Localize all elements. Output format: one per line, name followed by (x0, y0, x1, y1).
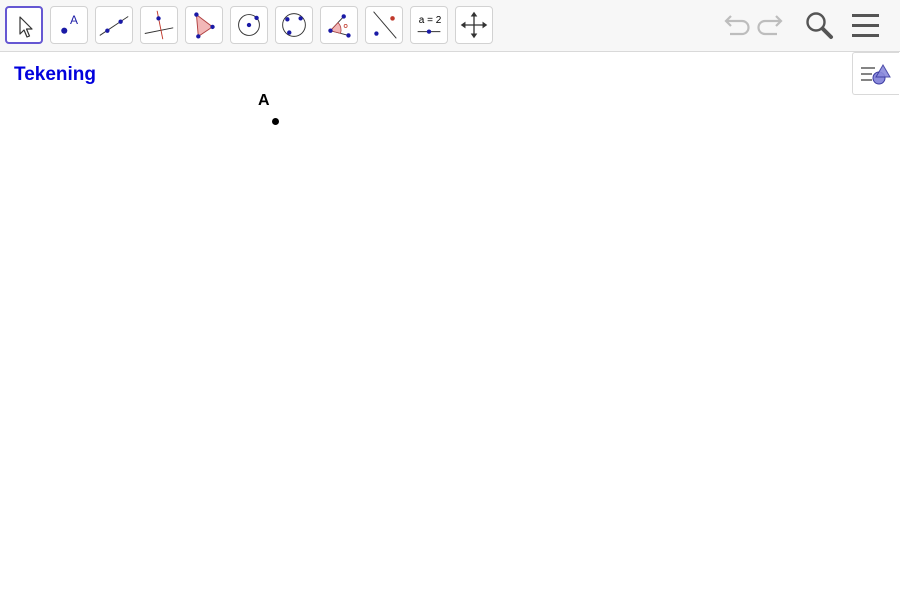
point-tool-button[interactable]: A (50, 6, 88, 44)
point-a[interactable] (272, 118, 279, 125)
slider-tool-button[interactable]: a = 2 (410, 6, 448, 44)
move-tool-button[interactable] (5, 6, 43, 44)
reflect-line-tool-button[interactable] (365, 6, 403, 44)
point-icon (61, 27, 68, 34)
circle-three-points-icon (282, 13, 306, 37)
toolbar: A a = 2 (0, 0, 900, 52)
polygon-icon (194, 12, 215, 39)
perpendicular-line-tool-button[interactable] (140, 6, 178, 44)
redo-button[interactable] (755, 8, 789, 42)
move-arrows-icon (460, 11, 488, 39)
reflect-line-icon (373, 11, 397, 39)
cursor-arrow-icon (19, 16, 33, 38)
graphics-view-canvas[interactable] (0, 53, 900, 600)
slider-icon (417, 29, 441, 34)
line-tool-button[interactable] (95, 6, 133, 44)
perpendicular-line-icon (144, 10, 174, 40)
style-bar-icon (861, 64, 891, 85)
point-tool-letter: A (70, 13, 79, 27)
line-icon (99, 16, 129, 36)
circle-center-point-tool-button[interactable] (230, 6, 268, 44)
style-bar-toggle-button[interactable] (852, 52, 899, 95)
geogebra-app: A a = 2 Tekening A (0, 0, 900, 600)
undo-icon (724, 15, 750, 36)
redo-icon (757, 15, 783, 36)
search-button[interactable] (802, 8, 836, 42)
circle-center-icon (238, 14, 260, 36)
undo-button[interactable] (718, 8, 752, 42)
graphics-view-title: Tekening (14, 64, 96, 85)
angle-tool-button[interactable] (320, 6, 358, 44)
point-a-label: A (258, 92, 270, 109)
menu-button[interactable] (849, 8, 883, 42)
search-icon (806, 12, 833, 39)
polygon-tool-button[interactable] (185, 6, 223, 44)
circle-three-points-tool-button[interactable] (275, 6, 313, 44)
angle-icon (328, 14, 351, 38)
move-graphics-view-tool-button[interactable] (455, 6, 493, 44)
menu-icon (852, 14, 879, 37)
